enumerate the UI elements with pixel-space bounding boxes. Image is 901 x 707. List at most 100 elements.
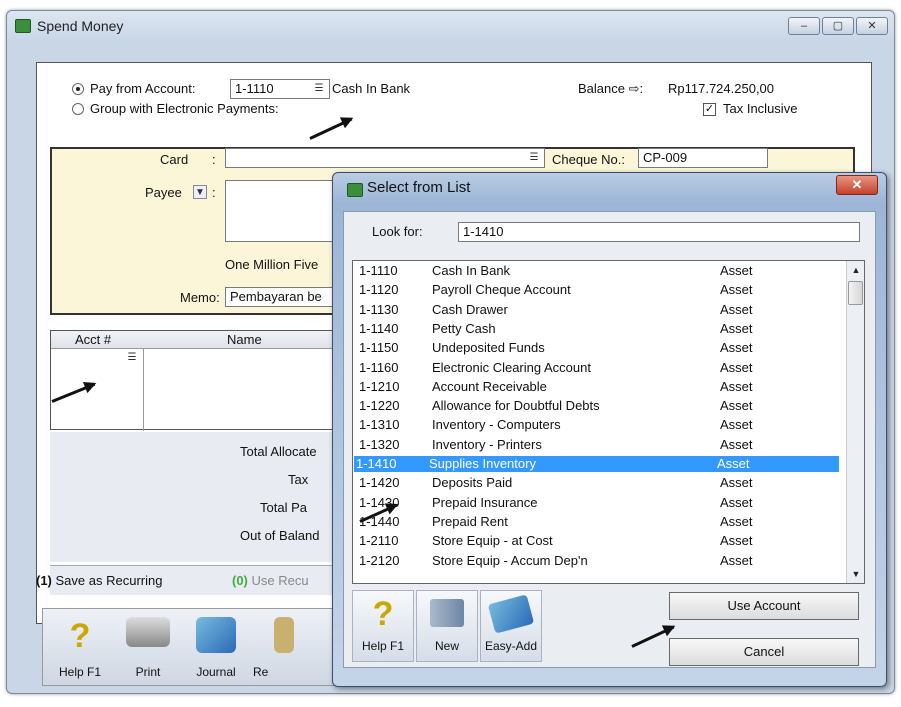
account-type: Asset [720,378,753,394]
list-icon[interactable]: ☰ [125,351,139,365]
account-code: 1-1110 [359,263,398,278]
account-code: 1-1150 [359,340,399,356]
pay-from-label: Pay from Account: [90,81,196,96]
save-recurring-button[interactable]: (1) Save as Recurring [36,573,162,588]
account-type: Asset [720,533,753,549]
register-button[interactable]: Re [253,613,315,683]
account-name: Allowance for Doubtful Debts [432,398,600,414]
dialog-close-button[interactable]: ✕ [836,175,878,195]
account-name: Prepaid Insurance [432,494,538,510]
account-type: Asset [717,456,750,471]
account-type: Asset [720,320,753,336]
account-code: 1-1120 [359,282,399,298]
app-icon [347,183,363,197]
account-name: Supplies Inventory [429,456,536,471]
memo-label: Memo: [180,290,220,305]
account-name: Inventory - Computers [432,417,561,433]
amount-in-words: One Million Five [225,257,319,272]
card-label: Card [160,152,189,167]
use-recurring-button[interactable]: (0) Use Recu [232,573,309,588]
list-scrollbar[interactable]: ▲ ▼ [846,261,864,583]
account-name: Cash In Bank [432,263,511,278]
list-icon[interactable]: ☰ [312,82,326,96]
dialog-help-button[interactable]: ? Help F1 [352,590,414,662]
account-type: Asset [720,282,753,298]
list-item[interactable]: 1-1420 Deposits Paid Asset [357,475,841,491]
dialog-new-button[interactable]: New [416,590,478,662]
account-name: Undeposited Funds [432,340,545,356]
account-type: Asset [720,359,753,375]
list-item[interactable]: 1-2120 Store Equip - Accum Dep'n Asset [357,553,841,569]
payee-field[interactable] [225,180,335,242]
pay-from-radio[interactable] [72,83,84,95]
account-type: Asset [720,417,753,433]
account-code: 1-1220 [359,398,400,414]
easy-add-icon [487,594,535,634]
printer-icon [126,617,170,647]
account-code: 1-2120 [359,552,400,568]
scroll-down-icon[interactable]: ▼ [847,565,865,583]
list-item[interactable]: 1-1140 Petty Cash Asset [357,321,841,337]
account-code: 1-1320 [359,436,400,452]
list-item[interactable]: 1-1120 Payroll Cheque Account Asset [357,282,841,298]
help-button[interactable]: ? Help F1 [49,613,111,683]
use-account-button[interactable]: Use Account [669,592,859,620]
total-allocated-label: Total Allocate [240,444,317,459]
account-type: Asset [720,263,753,278]
register-icon [274,617,294,653]
list-item[interactable]: 1-1160 Electronic Clearing Account Asset [357,360,841,376]
list-item[interactable]: 1-1310 Inventory - Computers Asset [357,417,841,433]
account-name: Account Receivable [432,378,547,394]
account-list[interactable]: 1-1110 Cash In Bank Asset 1-1120 Payroll Che… [352,260,865,584]
list-item[interactable]: 1-1110 Cash In Bank Asset [357,263,841,279]
account-type: Asset [720,552,753,568]
tax-inclusive-label: Tax Inclusive [723,101,798,116]
list-item[interactable]: 1-1430 Prepaid Insurance Asset [357,495,841,511]
account-name: Electronic Clearing Account [432,359,591,375]
look-for-input[interactable]: 1-1410 [458,222,860,242]
scroll-thumb[interactable] [848,281,863,305]
print-button[interactable]: Print [117,613,179,683]
app-icon [15,19,31,33]
dialog-body: Look for: 1-1410 1-1110 Cash In Bank Asset… [343,211,876,668]
new-icon [430,599,464,627]
totals-section: Total Allocate Tax Total Pa Out of Balan… [50,432,350,562]
account-type: Asset [720,398,753,414]
cheque-field[interactable]: CP-009 [638,148,768,168]
list-item[interactable]: 1-1210 Account Receivable Asset [357,379,841,395]
dialog-title: Select from List [367,179,471,196]
memo-field[interactable]: Pembayaran be [225,287,335,307]
account-name: Cash Drawer [432,301,508,317]
title-bar[interactable]: Spend Money – ▢ ✕ [7,11,894,41]
tax-inclusive-checkbox[interactable]: ✓ [703,103,716,116]
list-item[interactable]: 1-1150 Undeposited Funds Asset [357,340,841,356]
list-item[interactable]: 1-1440 Prepaid Rent Asset [357,514,841,530]
scroll-up-icon[interactable]: ▲ [847,261,865,279]
window-title: Spend Money [37,18,124,34]
minimize-button[interactable]: – [788,17,820,35]
cancel-button[interactable]: Cancel [669,638,859,666]
close-button[interactable]: ✕ [856,17,888,35]
list-item[interactable]: 1-1410 Supplies Inventory Asset [354,456,839,472]
account-code: 1-1410 [356,456,397,471]
group-electronic-label: Group with Electronic Payments: [90,101,279,116]
list-item[interactable]: 1-1320 Inventory - Printers Asset [357,437,841,453]
list-icon[interactable]: ☰ [527,151,541,165]
group-electronic-radio[interactable] [72,103,84,115]
card-field[interactable] [225,148,545,168]
list-item[interactable]: 1-1130 Cash Drawer Asset [357,302,841,318]
account-name: Prepaid Rent [432,513,508,529]
payee-label: Payee [145,185,182,200]
chevron-down-icon[interactable]: ▼ [193,185,207,199]
list-item[interactable]: 1-2110 Store Equip - at Cost Asset [357,533,841,549]
account-code: 1-1210 [359,378,400,394]
account-code: 1-2110 [359,533,399,549]
dialog-easy-add-button[interactable]: Easy-Add [480,590,542,662]
account-name: Cash In Bank [332,81,411,96]
balance-label: Balance ⇨: [578,81,644,96]
col-acct-header: Acct # [75,332,112,347]
journal-button[interactable]: Journal [185,613,247,683]
list-item[interactable]: 1-1220 Allowance for Doubtful Debts Asset [357,398,841,414]
cheque-label: Cheque No.: [552,152,625,167]
maximize-button[interactable]: ▢ [822,17,854,35]
